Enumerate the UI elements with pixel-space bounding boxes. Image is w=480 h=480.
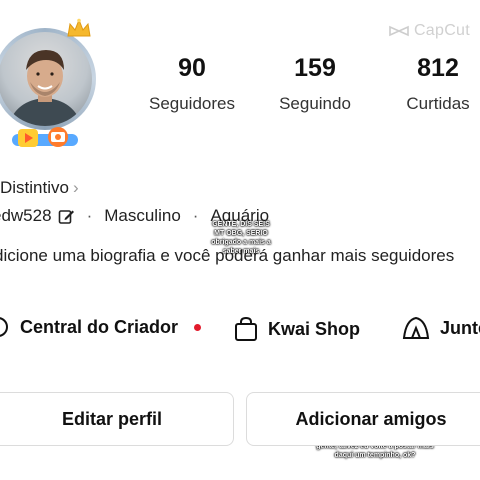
following-label[interactable]: Seguindo (255, 94, 375, 114)
badge-link[interactable]: Distintivo › (0, 178, 79, 198)
separator-dot: · (86, 206, 93, 225)
capcut-watermark: CapCut (388, 22, 470, 40)
kwai-shop-shortcut[interactable]: Kwai Shop (234, 316, 360, 342)
following-count[interactable]: 159 (255, 54, 375, 83)
creator-center-shortcut[interactable]: Central do Criador (0, 316, 202, 338)
crown-icon (67, 18, 91, 37)
followers-count[interactable]: 90 (132, 54, 252, 83)
creator-badge-icon (12, 127, 78, 147)
edit-icon[interactable] (58, 208, 75, 225)
join-label: Junte (440, 317, 480, 338)
badge-link-label: Distintivo (0, 178, 69, 197)
chevron-right-icon: › (72, 178, 79, 197)
tent-icon (402, 316, 430, 339)
avatar-photo (0, 32, 92, 126)
notification-dot (194, 323, 202, 331)
username: edw528 (0, 206, 52, 225)
edit-profile-button[interactable]: Editar perfil (0, 392, 234, 446)
creator-center-icon (0, 317, 8, 337)
watermark-text: CapCut (413, 22, 470, 39)
gender: Masculino (104, 206, 181, 225)
likes-label[interactable]: Curtidas (378, 94, 480, 114)
likes-count[interactable]: 812 (378, 54, 480, 83)
avatar-frame (0, 28, 96, 130)
creator-center-label: Central do Criador (20, 316, 179, 337)
join-shortcut[interactable]: Junte (402, 316, 480, 340)
overlay-caption-top: GENTE, DIS SEIS MT OBG, SERIO obrigado a… (211, 221, 271, 255)
capcut-logo-icon (389, 25, 409, 37)
shopping-bag-icon (235, 316, 257, 341)
kwai-shop-label: Kwai Shop (268, 318, 361, 339)
followers-label[interactable]: Seguidores (132, 94, 252, 114)
profile-avatar[interactable] (0, 18, 106, 150)
add-friends-button[interactable]: Adicionar amigos (246, 392, 480, 446)
